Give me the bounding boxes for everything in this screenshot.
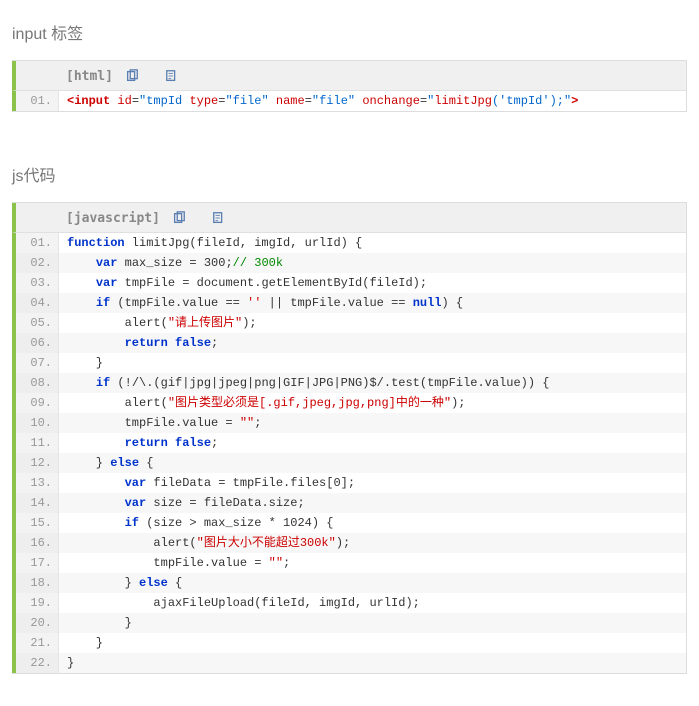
line-number: 06. <box>16 333 59 353</box>
line-content: if (tmpFile.value == '' || tmpFile.value… <box>59 293 686 313</box>
lang-label: [javascript] <box>66 211 160 226</box>
code-line: 06. return false; <box>16 333 686 353</box>
line-number: 15. <box>16 513 59 533</box>
line-number: 07. <box>16 353 59 373</box>
line-content: <input id="tmpId type="file" name="file"… <box>59 91 686 111</box>
line-content: alert("请上传图片"); <box>59 313 686 333</box>
line-content: } <box>59 613 686 633</box>
code-line: 12. } else { <box>16 453 686 473</box>
code-line: 04. if (tmpFile.value == '' || tmpFile.v… <box>16 293 686 313</box>
line-content: } else { <box>59 453 686 473</box>
line-content: } else { <box>59 573 686 593</box>
code-line: 07. } <box>16 353 686 373</box>
copy-icon[interactable] <box>172 211 186 225</box>
line-content: function limitJpg(fileId, imgId, urlId) … <box>59 233 686 253</box>
line-number: 20. <box>16 613 59 633</box>
code-line: 11. return false; <box>16 433 686 453</box>
code-line: 15. if (size > max_size * 1024) { <box>16 513 686 533</box>
code-line: 16. alert("图片大小不能超过300k"); <box>16 533 686 553</box>
line-number: 09. <box>16 393 59 413</box>
code-line: 13. var fileData = tmpFile.files[0]; <box>16 473 686 493</box>
line-content: alert("图片类型必须是[.gif,jpeg,jpg,png]中的一种"); <box>59 393 686 413</box>
line-content: tmpFile.value = ""; <box>59 413 686 433</box>
code-line: 05. alert("请上传图片"); <box>16 313 686 333</box>
code-line: 21. } <box>16 633 686 653</box>
section-title-2: js代码 <box>12 162 687 186</box>
line-number: 05. <box>16 313 59 333</box>
line-number: 08. <box>16 373 59 393</box>
code-line: 18. } else { <box>16 573 686 593</box>
view-icon[interactable] <box>212 211 226 225</box>
copy-icon[interactable] <box>125 69 139 83</box>
line-number: 11. <box>16 433 59 453</box>
line-number: 04. <box>16 293 59 313</box>
line-content: return false; <box>59 433 686 453</box>
line-number: 10. <box>16 413 59 433</box>
section-title-1: input 标签 <box>12 20 687 44</box>
code-line: 09. alert("图片类型必须是[.gif,jpeg,jpg,png]中的一… <box>16 393 686 413</box>
code-body: 01.<input id="tmpId type="file" name="fi… <box>12 91 686 111</box>
line-content: } <box>59 653 686 673</box>
line-number: 21. <box>16 633 59 653</box>
code-block-html: [html] 01.<input id="tmpId type="file" n… <box>12 60 687 112</box>
line-number: 01. <box>16 233 59 253</box>
line-content: if (!/\.(gif|jpg|jpeg|png|GIF|JPG|PNG)$/… <box>59 373 686 393</box>
code-line: 08. if (!/\.(gif|jpg|jpeg|png|GIF|JPG|PN… <box>16 373 686 393</box>
line-content: ajaxFileUpload(fileId, imgId, urlId); <box>59 593 686 613</box>
line-number: 16. <box>16 533 59 553</box>
line-number: 12. <box>16 453 59 473</box>
line-content: tmpFile.value = ""; <box>59 553 686 573</box>
line-content: var tmpFile = document.getElementById(fi… <box>59 273 686 293</box>
code-block-js: [javascript] 01.function limitJpg(fileId… <box>12 202 687 674</box>
code-line: 20. } <box>16 613 686 633</box>
code-header: [javascript] <box>12 203 686 233</box>
code-line: 14. var size = fileData.size; <box>16 493 686 513</box>
line-content: if (size > max_size * 1024) { <box>59 513 686 533</box>
code-body: 01.function limitJpg(fileId, imgId, urlI… <box>12 233 686 673</box>
line-number: 03. <box>16 273 59 293</box>
line-content: } <box>59 353 686 373</box>
code-line: 01.function limitJpg(fileId, imgId, urlI… <box>16 233 686 253</box>
code-line: 03. var tmpFile = document.getElementByI… <box>16 273 686 293</box>
code-line: 17. tmpFile.value = ""; <box>16 553 686 573</box>
line-number: 17. <box>16 553 59 573</box>
line-number: 13. <box>16 473 59 493</box>
line-content: var fileData = tmpFile.files[0]; <box>59 473 686 493</box>
line-number: 18. <box>16 573 59 593</box>
line-number: 22. <box>16 653 59 673</box>
line-number: 01. <box>16 91 59 111</box>
line-content: } <box>59 633 686 653</box>
line-content: return false; <box>59 333 686 353</box>
lang-label: [html] <box>66 69 113 84</box>
code-header: [html] <box>12 61 686 91</box>
line-number: 02. <box>16 253 59 273</box>
line-number: 19. <box>16 593 59 613</box>
line-content: alert("图片大小不能超过300k"); <box>59 533 686 553</box>
line-number: 14. <box>16 493 59 513</box>
code-line: 22.} <box>16 653 686 673</box>
line-content: var max_size = 300;// 300k <box>59 253 686 273</box>
view-icon[interactable] <box>165 69 179 83</box>
code-line: 10. tmpFile.value = ""; <box>16 413 686 433</box>
code-line: 01.<input id="tmpId type="file" name="fi… <box>16 91 686 111</box>
line-content: var size = fileData.size; <box>59 493 686 513</box>
code-line: 19. ajaxFileUpload(fileId, imgId, urlId)… <box>16 593 686 613</box>
code-line: 02. var max_size = 300;// 300k <box>16 253 686 273</box>
